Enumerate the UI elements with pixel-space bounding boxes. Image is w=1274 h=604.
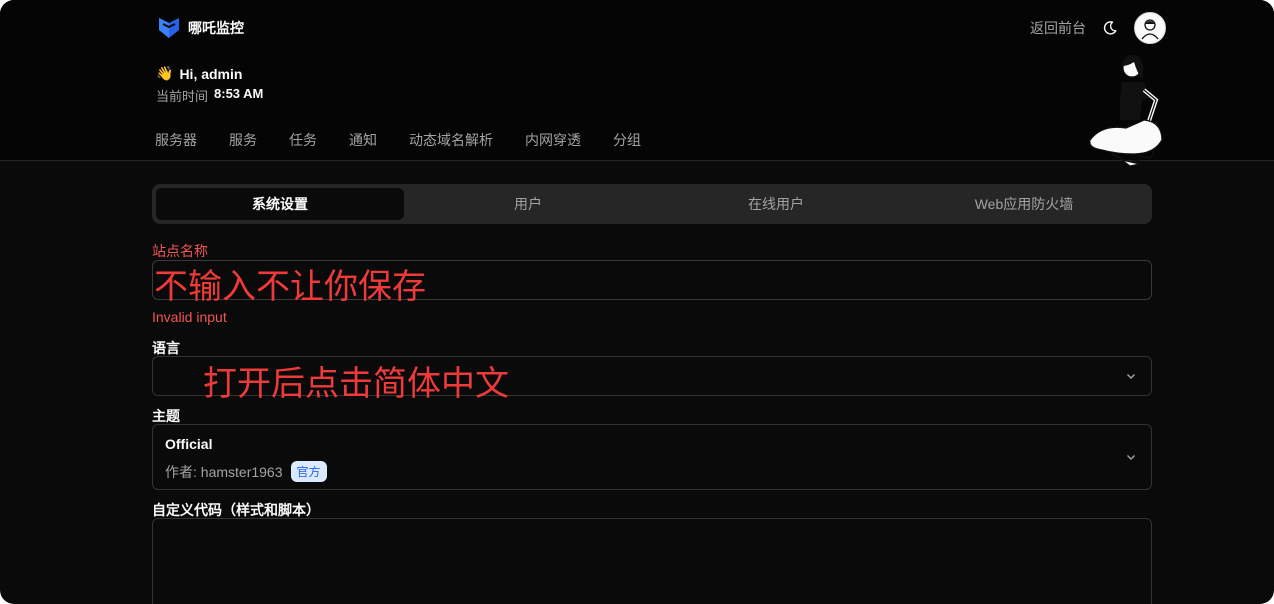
site-name-error: Invalid input <box>152 309 227 325</box>
tab-users[interactable]: 用户 <box>404 188 652 220</box>
nav-item-groups[interactable]: 分组 <box>613 130 641 150</box>
app-window: 哪吒监控 返回前台 👋 Hi, admin 当前时间 8:53 AM 服务器 服… <box>0 0 1274 604</box>
current-time: 当前时间 8:53 AM <box>156 86 263 105</box>
nav-item-nat[interactable]: 内网穿透 <box>525 130 581 150</box>
custom-code-textarea[interactable] <box>152 518 1152 604</box>
nav-item-servers[interactable]: 服务器 <box>155 130 197 150</box>
theme-author: 作者: hamster1963 <box>165 463 283 480</box>
settings-tabs: 系统设置 用户 在线用户 Web应用防火墙 <box>152 184 1152 224</box>
time-value: 8:53 AM <box>214 86 264 101</box>
theme-name: Official <box>165 436 213 452</box>
header: 哪吒监控 返回前台 👋 Hi, admin 当前时间 8:53 AM 服务器 服… <box>0 0 1274 167</box>
nav-item-notifications[interactable]: 通知 <box>349 130 377 150</box>
official-badge: 官方 <box>290 461 327 482</box>
top-right-actions: 返回前台 <box>1030 12 1166 44</box>
language-annotation: 打开后点击简体中文 <box>203 365 509 403</box>
nav-item-tasks[interactable]: 任务 <box>289 130 317 150</box>
theme-label: 主题 <box>152 408 180 424</box>
nezha-logo-icon <box>159 18 179 38</box>
theme-author-row: 作者: hamster1963 官方 <box>165 461 327 482</box>
user-avatar[interactable] <box>1134 12 1166 44</box>
tab-online-users[interactable]: 在线用户 <box>652 188 900 220</box>
chevron-down-icon <box>1127 374 1135 379</box>
wave-icon: 👋 <box>156 65 174 81</box>
greeting: 👋 Hi, admin <box>156 65 242 82</box>
theme-select[interactable]: Official 作者: hamster1963 官方 <box>152 424 1152 490</box>
tab-waf[interactable]: Web应用防火墙 <box>900 188 1148 220</box>
nav-item-ddns[interactable]: 动态域名解析 <box>409 130 493 150</box>
main-nav: 服务器 服务 任务 通知 动态域名解析 内网穿透 分组 <box>155 130 641 150</box>
user-avatar-icon <box>1141 19 1159 40</box>
sitting-person-illustration <box>1089 55 1163 167</box>
time-label: 当前时间 <box>156 89 209 104</box>
nav-item-services[interactable]: 服务 <box>229 130 257 150</box>
brand[interactable]: 哪吒监控 <box>158 16 244 40</box>
tab-system-settings[interactable]: 系统设置 <box>156 188 404 220</box>
site-name-annotation: 不输入不让你保存 <box>154 268 426 306</box>
greeting-text: Hi, admin <box>179 65 243 82</box>
language-label: 语言 <box>152 340 180 356</box>
brand-name: 哪吒监控 <box>188 20 244 36</box>
custom-code-label: 自定义代码（样式和脚本） <box>152 502 320 518</box>
back-to-frontend-link[interactable]: 返回前台 <box>1030 18 1086 38</box>
chevron-down-icon <box>1127 455 1135 460</box>
moon-icon[interactable] <box>1102 20 1118 36</box>
site-name-label: 站点名称 <box>152 243 208 259</box>
